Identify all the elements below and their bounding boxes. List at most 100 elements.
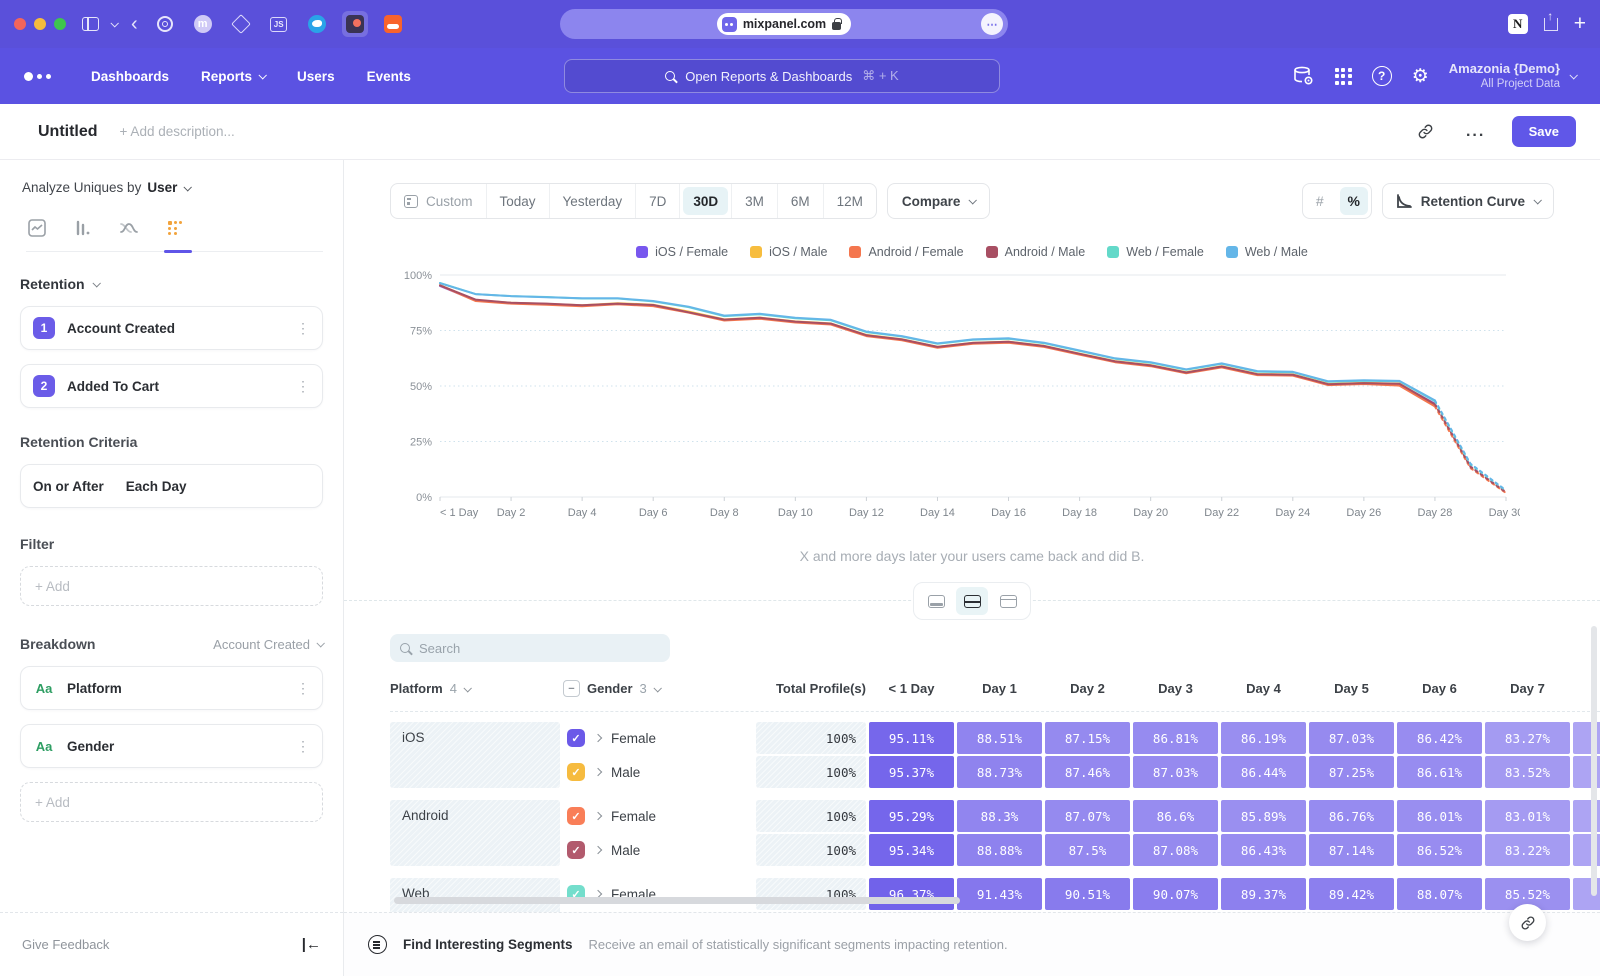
horizontal-scrollbar[interactable] xyxy=(394,897,960,904)
day-column-header[interactable]: Day 4 xyxy=(1221,681,1306,696)
criteria-each-day[interactable]: Each Day xyxy=(126,479,187,494)
day-column-header[interactable]: Day 7 xyxy=(1485,681,1570,696)
day-column-header[interactable]: < 1 Day xyxy=(869,681,954,696)
day-column-header[interactable]: Day 6 xyxy=(1397,681,1482,696)
range-3m[interactable]: 3M xyxy=(731,184,777,218)
gender-cell[interactable]: ✓Female xyxy=(563,878,753,910)
retention-step-card[interactable]: 2Added To Cart⋮ xyxy=(20,364,323,408)
add-description[interactable]: + Add description... xyxy=(120,124,235,139)
save-button[interactable]: Save xyxy=(1512,116,1576,147)
range-yesterday[interactable]: Yesterday xyxy=(549,184,636,218)
retention-step-card[interactable]: 1Account Created⋮ xyxy=(20,306,323,350)
legend-item[interactable]: Web / Female xyxy=(1107,245,1204,259)
share-icon[interactable] xyxy=(1544,18,1558,31)
address-bar[interactable]: mixpanel.com ⋯ xyxy=(560,9,1008,39)
indeterminate-checkbox[interactable]: − xyxy=(563,680,580,697)
breakdown-card[interactable]: AaGender⋮ xyxy=(20,724,323,768)
legend-item[interactable]: iOS / Male xyxy=(750,245,827,259)
apps-grid-icon[interactable] xyxy=(1335,68,1352,85)
table-search-input[interactable] xyxy=(419,641,639,656)
data-management-icon[interactable] xyxy=(1291,64,1315,88)
legend-item[interactable]: Android / Female xyxy=(849,245,963,259)
notion-extension-icon[interactable]: N xyxy=(1508,14,1528,34)
retention-section-header[interactable]: Retention xyxy=(20,276,323,292)
new-tab-icon[interactable]: + xyxy=(1574,12,1586,36)
back-icon[interactable]: ‹ xyxy=(131,14,138,34)
day-column-header[interactable]: Day 3 xyxy=(1133,681,1218,696)
global-search[interactable]: Open Reports & Dashboards ⌘ + K xyxy=(564,59,1000,93)
tab-insights[interactable] xyxy=(26,217,48,239)
chevron-down-icon[interactable] xyxy=(110,19,118,27)
collapse-sidebar-icon[interactable]: |← xyxy=(302,936,321,953)
kebab-menu-icon[interactable]: ⋮ xyxy=(296,320,310,337)
range-12m[interactable]: 12M xyxy=(823,184,876,218)
zoom-window-button[interactable] xyxy=(54,18,66,30)
breakdown-add-button[interactable]: + Add xyxy=(20,782,323,822)
extension-globe-icon[interactable] xyxy=(304,11,330,37)
find-segments-title[interactable]: Find Interesting Segments xyxy=(403,937,573,952)
table-only-toggle[interactable] xyxy=(992,587,1024,615)
breakdown-scope-dropdown[interactable]: Account Created xyxy=(213,637,323,652)
compare-button[interactable]: Compare xyxy=(887,183,991,219)
project-switcher[interactable]: Amazonia {Demo} All Project Data xyxy=(1449,61,1576,92)
more-options-button[interactable]: ... xyxy=(1462,118,1490,146)
gender-cell[interactable]: ✓Male xyxy=(563,834,753,866)
legend-item[interactable]: iOS / Female xyxy=(636,245,728,259)
help-icon[interactable]: ? xyxy=(1372,66,1392,86)
platform-column-header[interactable]: Platform4 xyxy=(390,681,560,696)
close-window-button[interactable] xyxy=(14,18,26,30)
percent-toggle-button[interactable]: % xyxy=(1337,184,1371,218)
share-link-fab[interactable] xyxy=(1509,904,1546,941)
criteria-on-or-after[interactable]: On or After xyxy=(33,479,104,494)
browser-sidebar-icon[interactable] xyxy=(82,17,99,31)
nav-item-users[interactable]: Users xyxy=(285,61,347,92)
total-profiles-header[interactable]: Total Profile(s) xyxy=(756,681,866,696)
range-6m[interactable]: 6M xyxy=(777,184,823,218)
series-checkbox[interactable]: ✓ xyxy=(567,841,585,859)
extension-card-icon[interactable] xyxy=(342,11,368,37)
gender-cell[interactable]: ✓Female xyxy=(563,722,753,754)
series-checkbox[interactable]: ✓ xyxy=(567,729,585,747)
series-checkbox[interactable]: ✓ xyxy=(567,807,585,825)
extension-cube-icon[interactable] xyxy=(228,11,254,37)
range-7d[interactable]: 7D xyxy=(635,184,679,218)
kebab-menu-icon[interactable]: ⋮ xyxy=(296,378,310,395)
window-controls[interactable] xyxy=(14,18,66,30)
split-view-toggle[interactable] xyxy=(956,587,988,615)
tab-funnels[interactable] xyxy=(72,217,94,239)
vertical-scrollbar[interactable] xyxy=(1591,626,1597,896)
nav-item-events[interactable]: Events xyxy=(355,61,423,92)
address-more-icon[interactable]: ⋯ xyxy=(981,13,1003,35)
day-column-header[interactable]: Day 2 xyxy=(1045,681,1130,696)
gender-cell[interactable]: ✓Male xyxy=(563,756,753,788)
series-checkbox[interactable]: ✓ xyxy=(567,763,585,781)
kebab-menu-icon[interactable]: ⋮ xyxy=(296,680,310,697)
settings-gear-icon[interactable]: ⚙ xyxy=(1412,67,1429,86)
chart-only-toggle[interactable] xyxy=(920,587,952,615)
extension-target-icon[interactable] xyxy=(152,11,178,37)
retention-criteria-card[interactable]: On or After Each Day xyxy=(20,464,323,508)
filter-add-button[interactable]: + Add xyxy=(20,566,323,606)
minimize-window-button[interactable] xyxy=(34,18,46,30)
expand-row-icon[interactable] xyxy=(594,768,602,776)
tab-flows[interactable] xyxy=(118,217,140,239)
count-toggle-button[interactable]: # xyxy=(1303,184,1337,218)
day-column-header[interactable]: Day 5 xyxy=(1309,681,1394,696)
tab-retention[interactable] xyxy=(164,217,186,239)
day-column-header[interactable]: Day 1 xyxy=(957,681,1042,696)
legend-item[interactable]: Web / Male xyxy=(1226,245,1308,259)
range-custom[interactable]: Custom xyxy=(391,184,486,218)
chart-type-dropdown[interactable]: Retention Curve xyxy=(1382,183,1554,219)
legend-item[interactable]: Android / Male xyxy=(986,245,1086,259)
analyze-value-dropdown[interactable]: User xyxy=(147,180,190,195)
table-search[interactable] xyxy=(390,634,670,662)
extension-m-icon[interactable]: m xyxy=(190,11,216,37)
expand-row-icon[interactable] xyxy=(594,846,602,854)
nav-item-reports[interactable]: Reports xyxy=(189,61,277,92)
mixpanel-logo-icon[interactable] xyxy=(24,72,51,81)
gender-column-header[interactable]: −Gender3 xyxy=(563,680,753,697)
report-title[interactable]: Untitled xyxy=(38,123,98,141)
expand-row-icon[interactable] xyxy=(594,812,602,820)
copy-link-button[interactable] xyxy=(1412,118,1440,146)
extension-soundcloud-icon[interactable] xyxy=(380,11,406,37)
